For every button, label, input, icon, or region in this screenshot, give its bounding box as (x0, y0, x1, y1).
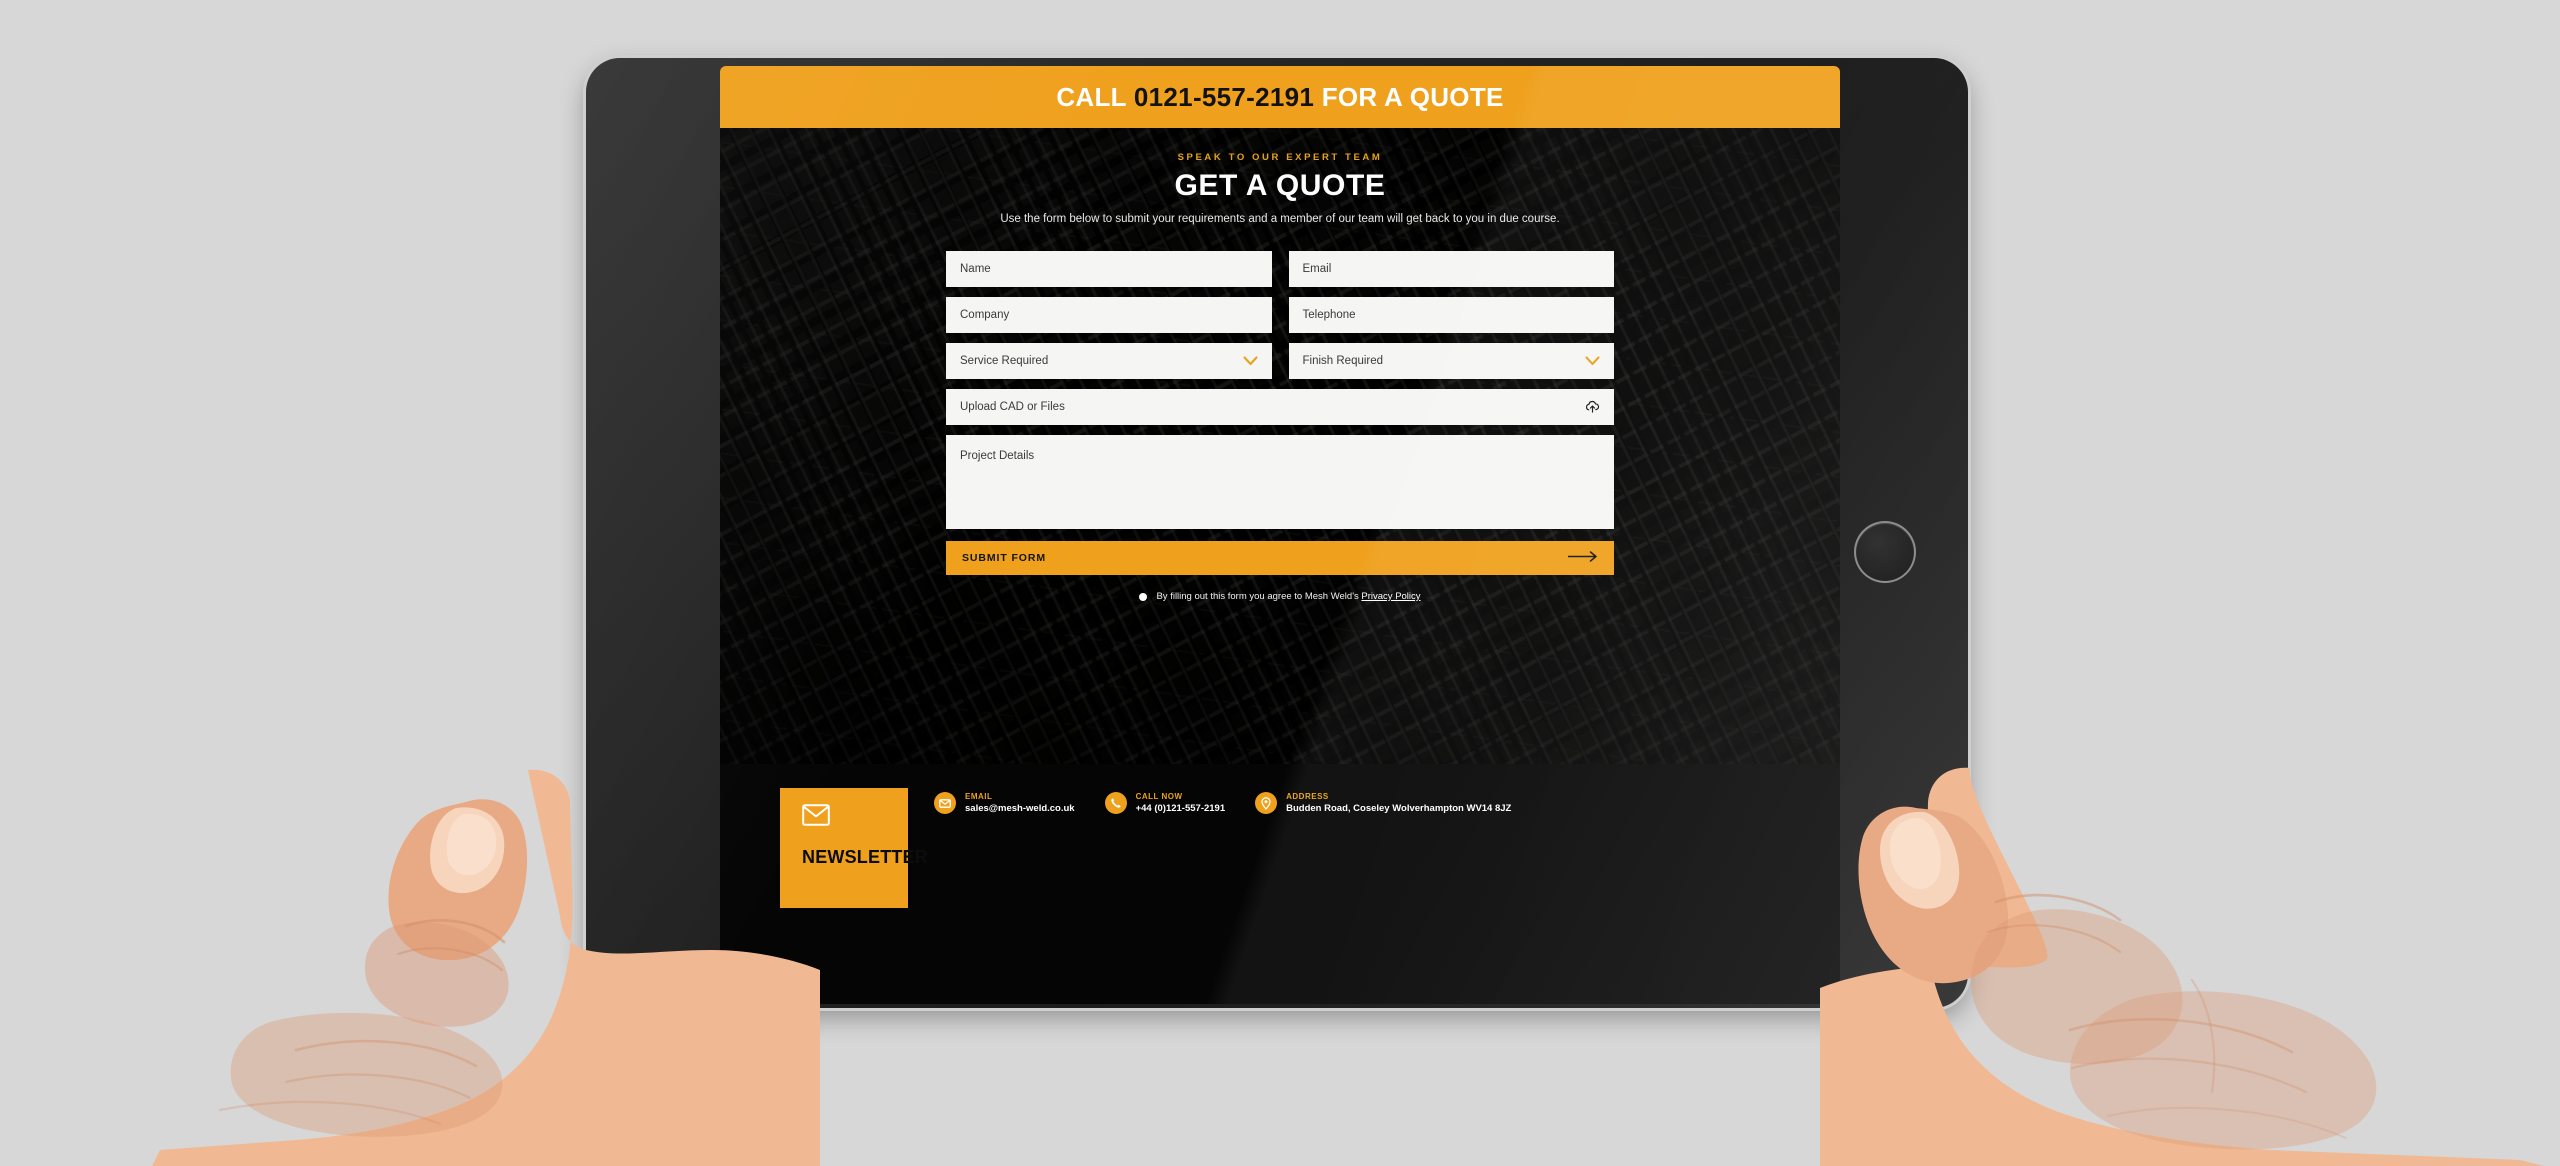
screenshot-canvas: CALL 0121-557-2191 FOR A QUOTE SPEAK TO … (0, 0, 2560, 1166)
footer-contact-address[interactable]: ADDRESS Budden Road, Coseley Wolverhampt… (1255, 792, 1511, 814)
form-row-3: Service Required Finish Required (946, 343, 1614, 379)
telephone-input[interactable]: Telephone (1288, 297, 1614, 333)
consent-row: By filling out this form you agree to Me… (946, 591, 1614, 602)
footer-contact-phone[interactable]: CALL NOW +44 (0)121-557-2191 (1104, 792, 1226, 814)
submit-form-label: SUBMIT FORM (962, 552, 1046, 564)
pin-icon (1255, 792, 1278, 814)
form-row-2: Company Telephone (946, 297, 1614, 333)
footer-contact-strip: EMAIL sales@mesh-weld.co.uk CALL NOW +44… (934, 792, 1511, 814)
contact-value[interactable]: +44 (0)121-557-2191 (1136, 803, 1226, 814)
quote-form: Name Email Company Telephone Service Req… (946, 251, 1614, 602)
contact-label: CALL NOW (1135, 792, 1183, 801)
company-input[interactable]: Company (946, 297, 1272, 333)
cta-prefix: CALL (1056, 81, 1127, 112)
finish-required-label: Finish Required (1302, 355, 1384, 367)
page-title: GET A QUOTE (1174, 169, 1386, 202)
contact-label: EMAIL (965, 792, 993, 801)
service-required-label: Service Required (960, 355, 1049, 367)
consent-radio[interactable] (1139, 592, 1148, 601)
right-hand (1820, 767, 2544, 1166)
phone-icon (1104, 792, 1127, 814)
call-cta-bar[interactable]: CALL 0121-557-2191 FOR A QUOTE (720, 66, 1840, 128)
upload-input-placeholder: Upload CAD or Files (960, 401, 1065, 413)
project-details-textarea[interactable]: Project Details (946, 435, 1614, 529)
contact-value[interactable]: sales@mesh-weld.co.uk (965, 803, 1075, 814)
finish-required-select[interactable]: Finish Required (1288, 343, 1614, 379)
consent-sentence: By filling out this form you agree to Me… (1156, 591, 1359, 602)
name-input-placeholder: Name (960, 263, 991, 275)
telephone-input-placeholder: Telephone (1302, 309, 1356, 321)
tablet-screen: CALL 0121-557-2191 FOR A QUOTE SPEAK TO … (720, 66, 1840, 1004)
cta-phone-number[interactable]: 0121-557-2191 (1134, 82, 1314, 112)
chevron-down-icon[interactable] (1585, 356, 1600, 366)
project-details-placeholder: Project Details (960, 450, 1035, 462)
privacy-policy-link[interactable]: Privacy Policy (1361, 591, 1420, 602)
contact-label: ADDRESS (1286, 792, 1329, 801)
email-input-placeholder: Email (1302, 263, 1332, 275)
cloud-upload-icon[interactable] (1585, 400, 1600, 414)
get-a-quote-section: SPEAK TO OUR EXPERT TEAM GET A QUOTE Use… (720, 128, 1840, 764)
footer-contact-email[interactable]: EMAIL sales@mesh-weld.co.uk (934, 792, 1075, 814)
consent-text: By filling out this form you agree to Me… (1156, 591, 1420, 602)
call-cta-text: CALL 0121-557-2191 FOR A QUOTE (1056, 82, 1503, 113)
form-row-1: Name Email (946, 251, 1614, 287)
company-input-placeholder: Company (960, 309, 1010, 321)
site-footer: NEWSLETTER EMAIL sales@mesh-weld.co.uk C… (720, 764, 1840, 1004)
arrow-right-icon (1567, 549, 1598, 567)
form-row-4: Upload CAD or Files (946, 389, 1614, 425)
envelope-icon (934, 792, 956, 814)
section-subtitle: Use the form below to submit your requir… (1000, 213, 1560, 225)
upload-cad-files-input[interactable]: Upload CAD or Files (946, 389, 1614, 425)
email-input[interactable]: Email (1288, 251, 1614, 287)
left-hand (152, 769, 820, 1166)
contact-value[interactable]: Budden Road, Coseley Wolverhampton WV14 … (1286, 803, 1511, 814)
section-eyebrow: SPEAK TO OUR EXPERT TEAM (1177, 152, 1383, 163)
chevron-down-icon[interactable] (1242, 356, 1258, 366)
name-input[interactable]: Name (946, 251, 1272, 287)
submit-form-button[interactable]: SUBMIT FORM (946, 541, 1614, 575)
service-required-select[interactable]: Service Required (946, 343, 1272, 379)
cta-suffix: FOR A QUOTE (1321, 81, 1504, 112)
